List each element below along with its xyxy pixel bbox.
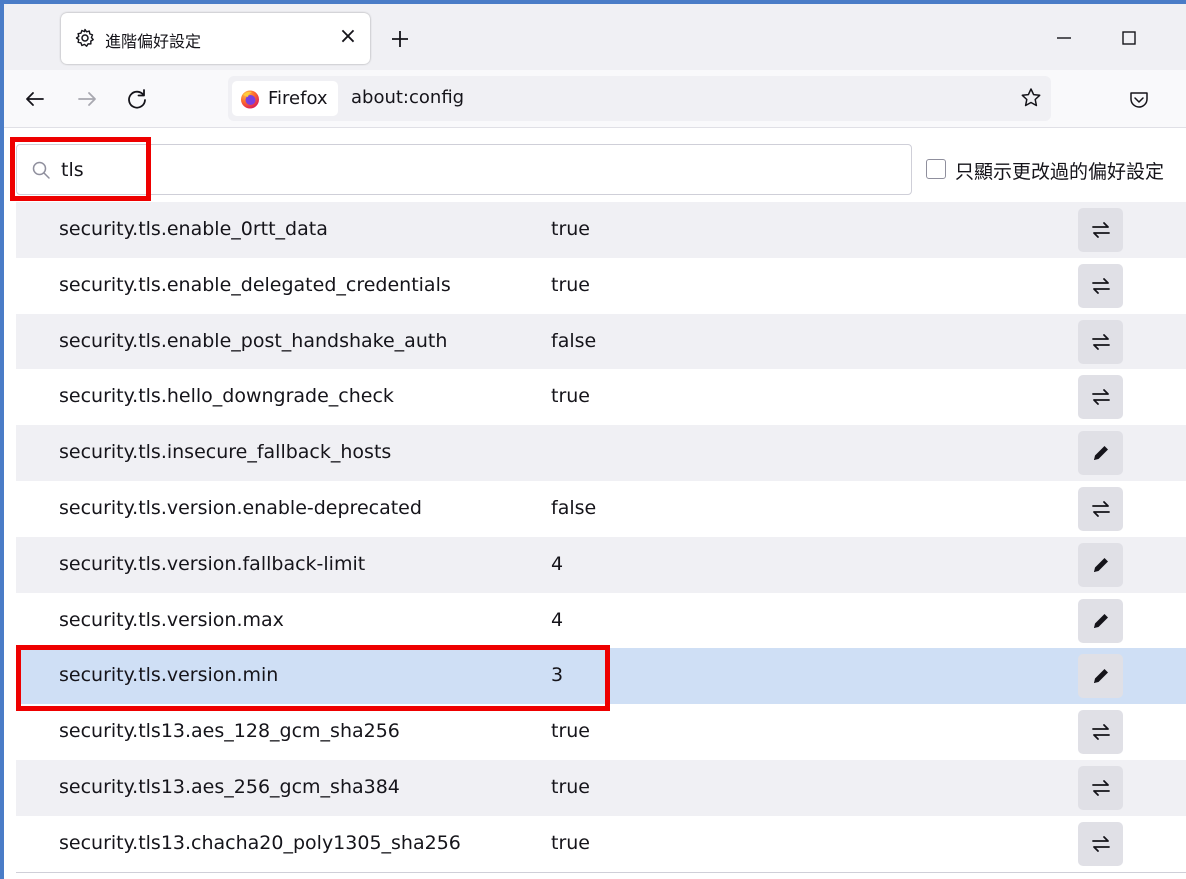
toggle-arrows-icon — [1091, 389, 1110, 406]
toggle-button[interactable] — [1078, 319, 1123, 364]
pref-name: security.tls.version.enable-deprecated — [59, 496, 422, 519]
pencil-icon — [1093, 613, 1108, 628]
tab-advanced-preferences[interactable]: 進階偏好設定 × — [61, 13, 370, 64]
pencil-icon — [1093, 669, 1108, 684]
window-maximize-icon[interactable] — [1117, 26, 1141, 50]
table-row[interactable]: security.tls.version.enable-deprecated fa… — [16, 481, 1186, 537]
pref-name: security.tls.enable_post_handshake_auth — [59, 329, 448, 352]
table-row[interactable]: security.tls.hello_downgrade_check true — [16, 369, 1186, 425]
pref-name: security.tls13.aes_256_gcm_sha384 — [59, 775, 400, 798]
toggle-arrows-icon — [1091, 222, 1110, 238]
search-input[interactable] — [61, 155, 881, 185]
pencil-icon — [1093, 446, 1108, 461]
edit-button[interactable] — [1078, 542, 1123, 587]
table-row[interactable]: security.tls13.aes_256_gcm_sha384 true — [16, 759, 1186, 816]
back-arrow-icon[interactable] — [22, 86, 48, 112]
edit-button[interactable] — [1078, 431, 1123, 476]
toggle-button[interactable] — [1078, 710, 1123, 755]
pref-name: security.tls.version.min — [59, 664, 279, 687]
show-modified-only-checkbox[interactable] — [926, 159, 946, 179]
show-modified-only-label[interactable]: 只顯示更改過的偏好設定 — [955, 157, 1164, 184]
toggle-button[interactable] — [1078, 263, 1123, 308]
toggle-arrows-icon — [1091, 835, 1110, 852]
table-row[interactable]: security.tls.enable_delegated_credential… — [16, 258, 1186, 314]
toggle-button[interactable] — [1078, 208, 1123, 252]
pref-value: true — [551, 831, 590, 854]
pref-value: true — [551, 385, 590, 408]
pref-name: security.tls13.aes_128_gcm_sha256 — [59, 720, 400, 743]
bookmark-star-icon[interactable] — [1019, 86, 1043, 110]
url-bar[interactable]: Firefox about:config — [228, 76, 1051, 121]
edit-button[interactable] — [1078, 654, 1123, 699]
table-bottom-border — [16, 872, 1186, 873]
toggle-arrows-icon — [1091, 277, 1110, 294]
pref-value: 4 — [551, 552, 564, 575]
toggle-arrows-icon — [1091, 724, 1110, 741]
pref-name: security.tls.enable_0rtt_data — [59, 218, 328, 240]
pref-value: 3 — [551, 664, 564, 687]
tab-close-icon[interactable]: × — [336, 25, 360, 49]
table-row[interactable]: security.tls.insecure_fallback_hosts — [16, 425, 1186, 481]
pref-value: true — [551, 273, 590, 296]
window-minimize-icon[interactable] — [1052, 26, 1076, 50]
search-icon — [32, 161, 50, 179]
toggle-button[interactable] — [1078, 821, 1123, 866]
new-tab-plus-icon[interactable] — [387, 26, 413, 52]
browser-window: 進階偏好設定 × Firefox about:config tls 只顯示更改過… — [0, 0, 1186, 879]
pref-name: security.tls.version.fallback-limit — [59, 552, 366, 575]
gear-icon — [75, 28, 94, 47]
pref-name: security.tls13.chacha20_poly1305_sha256 — [59, 831, 461, 854]
pref-name: security.tls.version.max — [59, 608, 284, 631]
toggle-arrows-icon — [1091, 780, 1110, 796]
tab-title: 進階偏好設定 — [105, 32, 202, 51]
forward-arrow-icon[interactable] — [74, 86, 100, 112]
toggle-button[interactable] — [1078, 375, 1123, 420]
navigation-toolbar: Firefox about:config — [4, 70, 1186, 128]
pencil-icon — [1093, 557, 1108, 572]
table-row[interactable]: security.tls13.aes_128_gcm_sha256 true — [16, 704, 1186, 760]
pref-name: security.tls.enable_delegated_credential… — [59, 273, 451, 296]
table-row[interactable]: security.tls13.chacha20_poly1305_sha256 t… — [16, 816, 1186, 872]
firefox-logo-icon — [241, 90, 259, 109]
pref-name: security.tls.hello_downgrade_check — [59, 385, 394, 408]
pref-value: true — [551, 775, 590, 798]
preference-search-box[interactable] — [16, 144, 912, 195]
pref-value: true — [551, 720, 590, 743]
edit-button[interactable] — [1078, 598, 1123, 643]
pocket-icon[interactable] — [1128, 89, 1150, 111]
tab-strip: 進階偏好設定 × — [4, 4, 1186, 70]
pref-value: false — [551, 496, 597, 519]
url-text[interactable]: about:config — [351, 87, 464, 108]
table-row[interactable]: security.tls.version.min 3 — [16, 648, 1186, 705]
table-row[interactable]: security.tls.version.fallback-limit 4 — [16, 536, 1186, 593]
table-row[interactable]: security.tls.version.max 4 — [16, 593, 1186, 649]
pref-value: 4 — [551, 608, 564, 631]
preferences-table: security.tls.enable_0rtt_data true securit… — [16, 202, 1186, 872]
toggle-arrows-icon — [1091, 501, 1110, 517]
table-row[interactable]: security.tls.enable_post_handshake_auth f… — [16, 313, 1186, 370]
toggle-arrows-icon — [1091, 333, 1110, 350]
table-row[interactable]: security.tls.enable_0rtt_data true — [16, 202, 1186, 258]
pref-name: security.tls.insecure_fallback_hosts — [59, 441, 392, 464]
identity-label: Firefox — [268, 88, 328, 109]
reload-icon[interactable] — [124, 86, 150, 112]
pref-value: false — [551, 329, 597, 352]
pref-value: true — [551, 218, 590, 240]
toggle-button[interactable] — [1078, 765, 1123, 810]
identity-box[interactable]: Firefox — [232, 81, 338, 116]
toggle-button[interactable] — [1078, 486, 1123, 531]
